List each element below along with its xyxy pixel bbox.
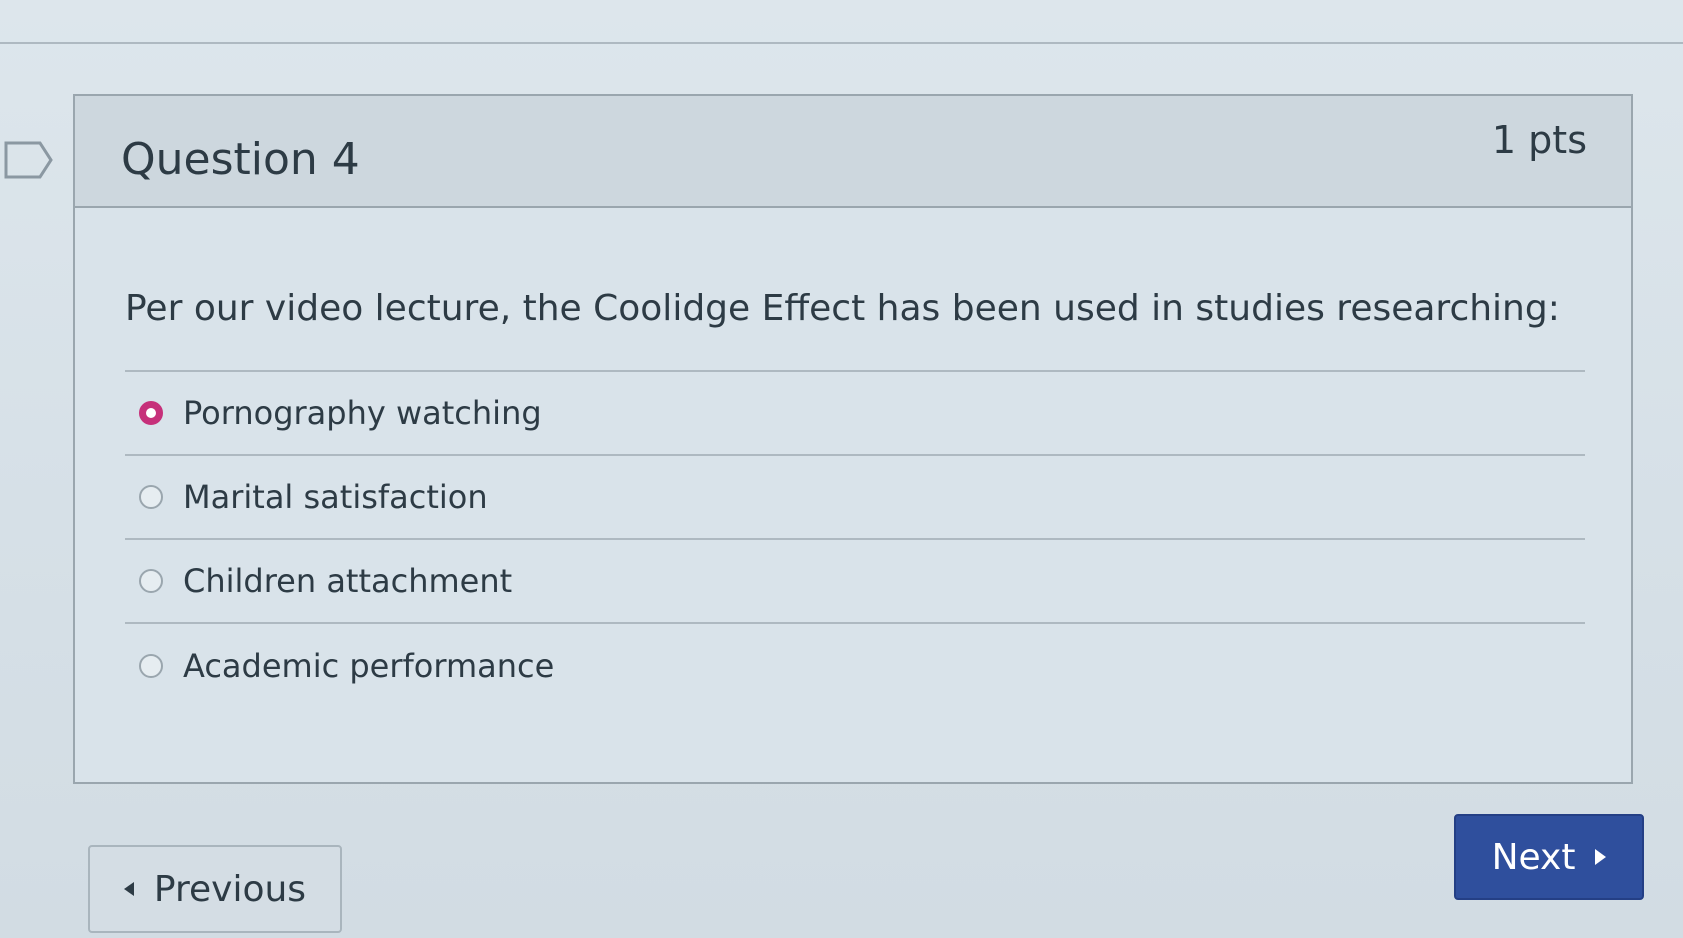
answer-option[interactable]: Children attachment [125,540,1585,624]
caret-right-icon [1595,849,1607,865]
radio-button[interactable] [139,569,163,593]
previous-button[interactable]: Previous [88,845,342,933]
answer-list: Pornography watching Marital satisfactio… [125,370,1585,708]
question-points: 1 pts [1491,118,1587,162]
radio-button[interactable] [139,485,163,509]
answer-option[interactable]: Pornography watching [125,372,1585,456]
answer-option[interactable]: Academic performance [125,624,1585,708]
next-label: Next [1491,836,1576,878]
question-title: Question 4 [121,134,360,185]
answer-label: Academic performance [183,647,555,685]
question-text: Per our video lecture, the Coolidge Effe… [125,288,1560,329]
answer-label: Children attachment [183,562,513,600]
caret-left-icon [123,882,134,896]
flag-icon[interactable] [4,140,54,180]
question-header: Question 4 1 pts [75,96,1631,208]
answer-label: Marital satisfaction [183,478,488,516]
answer-label: Pornography watching [183,394,542,432]
answer-option[interactable]: Marital satisfaction [125,456,1585,540]
radio-button-selected[interactable] [139,401,163,425]
top-divider [0,42,1683,44]
question-card: Question 4 1 pts Per our video lecture, … [73,94,1633,784]
quiz-page: Question 4 1 pts Per our video lecture, … [0,0,1683,938]
next-button[interactable]: Next [1454,814,1644,900]
radio-button[interactable] [139,654,163,678]
previous-label: Previous [153,868,307,910]
